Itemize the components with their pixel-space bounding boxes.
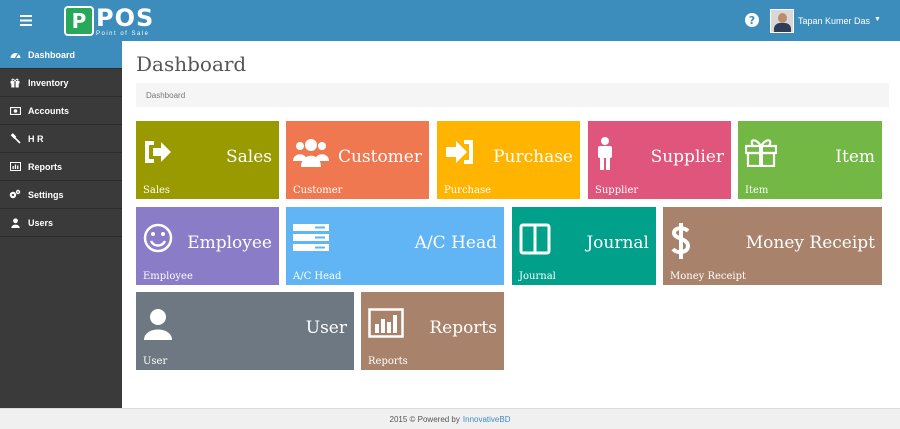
tile-subtitle: Purchase: [444, 185, 492, 196]
sidebar: Dashboard Inventory Accounts H R Reports…: [0, 41, 122, 408]
hamburger-icon: [20, 15, 32, 26]
tile-title: Reports: [429, 318, 497, 338]
money-icon: [9, 105, 21, 117]
tile-item[interactable]: Item Item: [738, 121, 882, 199]
logo-text: POS: [96, 3, 155, 32]
sidebar-item-accounts[interactable]: Accounts: [0, 97, 122, 125]
footer-text: 2015 © Powered by: [389, 414, 460, 424]
sidebar-item-settings[interactable]: Settings: [0, 181, 122, 209]
caret-down-icon: ▼: [874, 16, 881, 23]
user-icon: [9, 217, 21, 229]
breadcrumb-item-dashboard[interactable]: Dashboard: [146, 91, 185, 100]
tile-title: User: [305, 318, 347, 338]
tile-employee[interactable]: Employee Employee: [136, 207, 279, 285]
tile-subtitle: Supplier: [595, 185, 639, 196]
bar-chart-icon: [368, 308, 404, 340]
tile-journal[interactable]: Journal Journal: [512, 207, 656, 285]
tile-subtitle: Money Receipt: [670, 271, 747, 282]
logo-badge: P: [64, 6, 94, 36]
sidebar-item-reports[interactable]: Reports: [0, 153, 122, 181]
sidebar-item-label: Settings: [28, 189, 64, 200]
smile-icon: [143, 223, 175, 255]
male-icon: [595, 137, 627, 170]
columns-icon: [519, 223, 551, 255]
tile-subtitle: A/C Head: [293, 271, 342, 282]
user-name: Tapan Kumer Das: [798, 16, 871, 26]
sidebar-item-label: Inventory: [28, 77, 69, 88]
sidebar-item-label: Reports: [28, 161, 63, 172]
sidebar-item-label: Accounts: [28, 105, 70, 116]
dollar-icon: [670, 223, 702, 259]
sidebar-item-label: Users: [28, 217, 54, 228]
tile-title: Customer: [337, 147, 422, 167]
user-icon: [143, 308, 175, 340]
tile-ac-head[interactable]: A/C Head A/C Head: [286, 207, 504, 285]
footer: 2015 © Powered by InnovativeBD: [0, 408, 900, 429]
sign-in-icon: [444, 137, 476, 169]
tile-user[interactable]: User User: [136, 292, 354, 370]
tile-title: Journal: [586, 233, 649, 253]
sidebar-item-dashboard[interactable]: Dashboard: [0, 41, 122, 69]
tile-subtitle: Employee: [143, 271, 193, 282]
bar-chart-icon: [9, 161, 21, 173]
gift-icon: [9, 77, 21, 89]
sign-in-arrow-icon: [143, 137, 175, 169]
tile-title: Employee: [187, 233, 272, 253]
sidebar-item-inventory[interactable]: Inventory: [0, 69, 122, 97]
sidebar-item-label: H R: [28, 133, 44, 144]
avatar: [770, 9, 794, 33]
tile-subtitle: Customer: [293, 185, 343, 196]
help-icon[interactable]: ?: [745, 13, 759, 27]
tile-money-receipt[interactable]: Money Receipt Money Receipt: [663, 207, 882, 285]
tile-title: A/C Head: [414, 233, 497, 253]
app-logo[interactable]: P POS Point of Sale: [64, 5, 154, 37]
tile-subtitle: Sales: [143, 185, 171, 196]
tile-title: Supplier: [650, 147, 724, 167]
tile-title: Item: [835, 147, 875, 167]
tile-sales[interactable]: Sales Sales: [136, 121, 279, 199]
main-content: Dashboard Dashboard Sales Sales Customer…: [122, 41, 900, 408]
logo-subtext: Point of Sale: [96, 30, 150, 37]
tile-subtitle: Journal: [519, 271, 556, 282]
sidebar-item-hr[interactable]: H R: [0, 125, 122, 153]
server-icon: [293, 223, 329, 255]
tile-supplier[interactable]: Supplier Supplier: [588, 121, 731, 199]
dashboard-icon: [9, 49, 21, 61]
tile-title: Money Receipt: [745, 233, 875, 253]
tile-reports[interactable]: Reports Reports: [361, 292, 504, 370]
gavel-icon: [9, 133, 21, 145]
tile-subtitle: Reports: [368, 356, 408, 367]
sidebar-toggle-button[interactable]: [0, 0, 52, 41]
breadcrumb: Dashboard: [136, 83, 889, 107]
tile-title: Sales: [225, 147, 272, 167]
top-navbar: P POS Point of Sale ? Tapan Kumer Das ▼: [0, 0, 900, 41]
tile-subtitle: Item: [745, 185, 769, 196]
footer-link[interactable]: InnovativeBD: [463, 415, 511, 424]
page-title: Dashboard: [136, 52, 247, 76]
tile-purchase[interactable]: Purchase Purchase: [437, 121, 580, 199]
users-icon: [293, 137, 329, 169]
user-menu[interactable]: Tapan Kumer Das ▼: [770, 9, 881, 33]
sidebar-item-users[interactable]: Users: [0, 209, 122, 237]
tile-customer[interactable]: Customer Customer: [286, 121, 429, 199]
cogs-icon: [9, 189, 21, 201]
tile-subtitle: User: [143, 356, 168, 367]
gift-icon: [744, 137, 778, 169]
tile-title: Purchase: [493, 147, 573, 167]
sidebar-item-label: Dashboard: [28, 49, 76, 60]
